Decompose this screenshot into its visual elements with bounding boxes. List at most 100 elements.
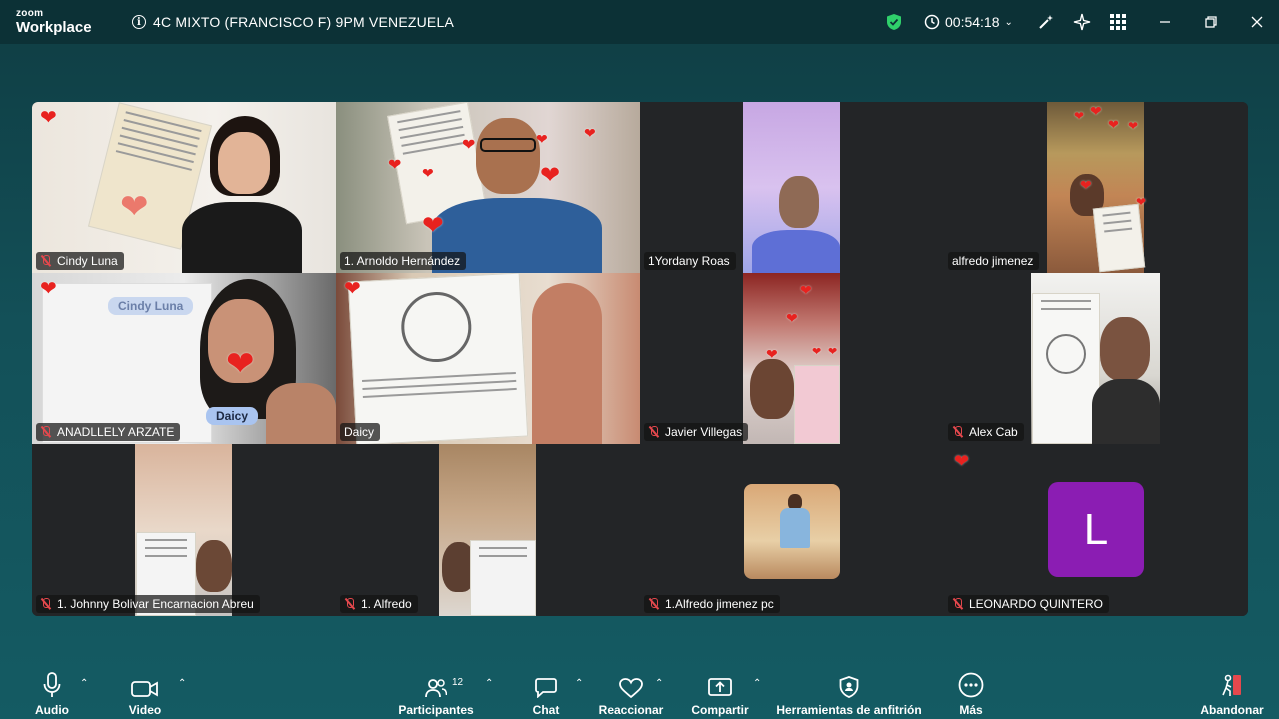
heart-reaction-icon: ❤: [40, 278, 57, 300]
video-tile-johnny-bolivar[interactable]: 1. Johnny Bolivar Encarnacion Abreu: [32, 444, 336, 616]
video-tile-daicy[interactable]: ❤ Daicy: [336, 273, 640, 444]
filter-name-label: Daicy: [206, 407, 259, 425]
body-shape: [780, 508, 810, 548]
body-shape: [752, 230, 840, 273]
video-options-caret-icon[interactable]: ⌃: [178, 678, 186, 689]
face-shape: [218, 132, 270, 194]
mic-muted-icon: [40, 255, 52, 267]
video-tile-alfredo-jimenez-pc[interactable]: 1.Alfredo jimenez pc: [640, 444, 944, 616]
participant-name-tag: 1.Alfredo jimenez pc: [644, 595, 780, 613]
video-tile-alfredo[interactable]: 1. Alfredo: [336, 444, 640, 616]
meeting-timer[interactable]: 00:54:18 ⌄: [924, 12, 1013, 32]
worksheet-paper: [1032, 293, 1100, 444]
face-shape: [476, 118, 540, 194]
restore-icon[interactable]: [1201, 12, 1221, 32]
video-tile-leonardo-quintero[interactable]: L ❤ LEONARDO QUINTERO: [944, 444, 1248, 616]
participant-name-tag: ANADLLELY ARZATE: [36, 423, 181, 441]
heart-reaction-icon: ❤: [828, 346, 838, 358]
more-dots-icon: [958, 670, 984, 698]
zoom-logo: zoom Workplace: [16, 8, 92, 36]
participant-name-tag: Cindy Luna: [36, 252, 124, 270]
leave-door-icon: [1219, 670, 1245, 698]
chat-bubble-icon: [535, 670, 557, 698]
heart-outline-icon: [619, 670, 643, 698]
timer-text: 00:54:18: [945, 14, 1000, 30]
host-tools-button[interactable]: Herramientas de anfitrión: [776, 670, 922, 717]
encryption-shield-icon[interactable]: [884, 12, 904, 32]
heart-reaction-icon: ❤: [388, 157, 402, 174]
heart-reaction-icon: ❤: [536, 131, 548, 147]
mic-muted-icon: [648, 426, 660, 438]
chevron-down-icon: ⌄: [1004, 16, 1013, 28]
more-button[interactable]: Más: [956, 670, 986, 717]
chat-options-caret-icon[interactable]: ⌃: [575, 678, 583, 689]
ai-companion-icon[interactable]: [1072, 12, 1092, 32]
worksheet-paper: [470, 540, 536, 616]
gallery-view-icon[interactable]: [1108, 12, 1128, 32]
participant-name-tag: 1. Alfredo: [340, 595, 418, 613]
participants-options-caret-icon[interactable]: ⌃: [485, 678, 493, 689]
participant-name-tag: Daicy: [340, 423, 381, 441]
share-button[interactable]: Compartir: [690, 670, 750, 717]
video-tile-yordany-roas[interactable]: 1Yordany Roas: [640, 102, 944, 273]
video-camera-icon: [131, 670, 159, 698]
participant-name-tag: alfredo jimenez: [948, 252, 1040, 270]
mic-muted-icon: [952, 426, 964, 438]
leave-button[interactable]: Abandonar: [1200, 670, 1264, 717]
audio-options-caret-icon[interactable]: ⌃: [80, 678, 88, 689]
heart-reaction-icon: ❤: [786, 310, 798, 326]
video-tile-anadllely-arzate[interactable]: Cindy Luna Daicy ❤ ❤ ANADLLELY ARZATE: [32, 273, 336, 444]
mic-muted-icon: [952, 598, 964, 610]
heart-reaction-icon: ❤: [1136, 195, 1147, 209]
video-tile-javier-villegas[interactable]: ❤ ❤ ❤ ❤ ❤ Javier Villegas: [640, 273, 944, 444]
heart-reaction-icon: ❤: [344, 278, 361, 300]
avatar: L: [1048, 482, 1144, 577]
heart-reaction-icon: ❤: [584, 125, 596, 141]
magic-wand-icon[interactable]: [1036, 12, 1056, 32]
react-button[interactable]: Reaccionar: [599, 670, 663, 717]
video-tile-arnoldo-hernandez[interactable]: ❤ ❤ ❤ ❤ ❤ ❤ ❤ 1. Arnoldo Hernández: [336, 102, 640, 273]
heart-reaction-icon: ❤: [1090, 103, 1102, 119]
heart-reaction-icon: ❤: [226, 345, 255, 383]
arm-shape: [532, 283, 602, 444]
video-button[interactable]: Video: [127, 670, 163, 717]
close-icon[interactable]: [1247, 12, 1267, 32]
info-icon[interactable]: i: [132, 15, 146, 29]
heart-reaction-icon: ❤: [766, 346, 778, 362]
heart-reaction-icon: ❤: [1080, 177, 1092, 193]
video-tile-cindy-luna[interactable]: ❤ ❤ Cindy Luna: [32, 102, 336, 273]
participant-count: 12: [452, 677, 464, 688]
participant-name-tag: Javier Villegas: [644, 423, 749, 441]
heart-reaction-icon: ❤: [540, 162, 561, 189]
audio-button[interactable]: Audio: [35, 670, 69, 717]
meeting-title-text: 4C MIXTO (FRANCISCO F) 9PM VENEZUELA: [153, 14, 454, 30]
body-shape: [182, 202, 302, 273]
body-shape: [266, 383, 336, 444]
heart-reaction-icon: ❤: [422, 165, 434, 181]
video-tile-alex-cab[interactable]: Alex Cab: [944, 273, 1248, 444]
participant-name-tag: 1. Johnny Bolivar Encarnacion Abreu: [36, 595, 260, 613]
heart-reaction-icon: ❤: [1128, 119, 1139, 133]
participant-name-tag: 1. Arnoldo Hernández: [340, 252, 467, 270]
participant-name-tag: LEONARDO QUINTERO: [948, 595, 1110, 613]
minimize-icon[interactable]: [1155, 12, 1175, 32]
face-shape: [1100, 317, 1150, 381]
meeting-title[interactable]: i 4C MIXTO (FRANCISCO F) 9PM VENEZUELA: [132, 13, 454, 31]
react-options-caret-icon[interactable]: ⌃: [655, 678, 663, 689]
heart-reaction-icon: ❤: [462, 137, 476, 154]
heart-reaction-icon: ❤: [800, 282, 812, 298]
body-shape: [1092, 379, 1160, 444]
chat-button[interactable]: Chat: [530, 670, 562, 717]
mic-muted-icon: [40, 426, 52, 438]
heart-reaction-icon: ❤: [1074, 109, 1085, 123]
video-tile-alfredo-jimenez[interactable]: ❤ ❤ ❤ ❤ ❤ ❤ alfredo jimenez: [944, 102, 1248, 273]
glasses-shape: [480, 138, 536, 152]
participant-name-tag: Alex Cab: [948, 423, 1024, 441]
clock-icon: [924, 14, 940, 30]
heart-reaction-icon: ❤: [954, 451, 970, 471]
mic-muted-icon: [344, 598, 356, 610]
shield-icon: [839, 670, 859, 698]
share-options-caret-icon[interactable]: ⌃: [753, 678, 761, 689]
participants-icon: [425, 670, 447, 698]
heart-reaction-icon: ❤: [120, 188, 149, 226]
